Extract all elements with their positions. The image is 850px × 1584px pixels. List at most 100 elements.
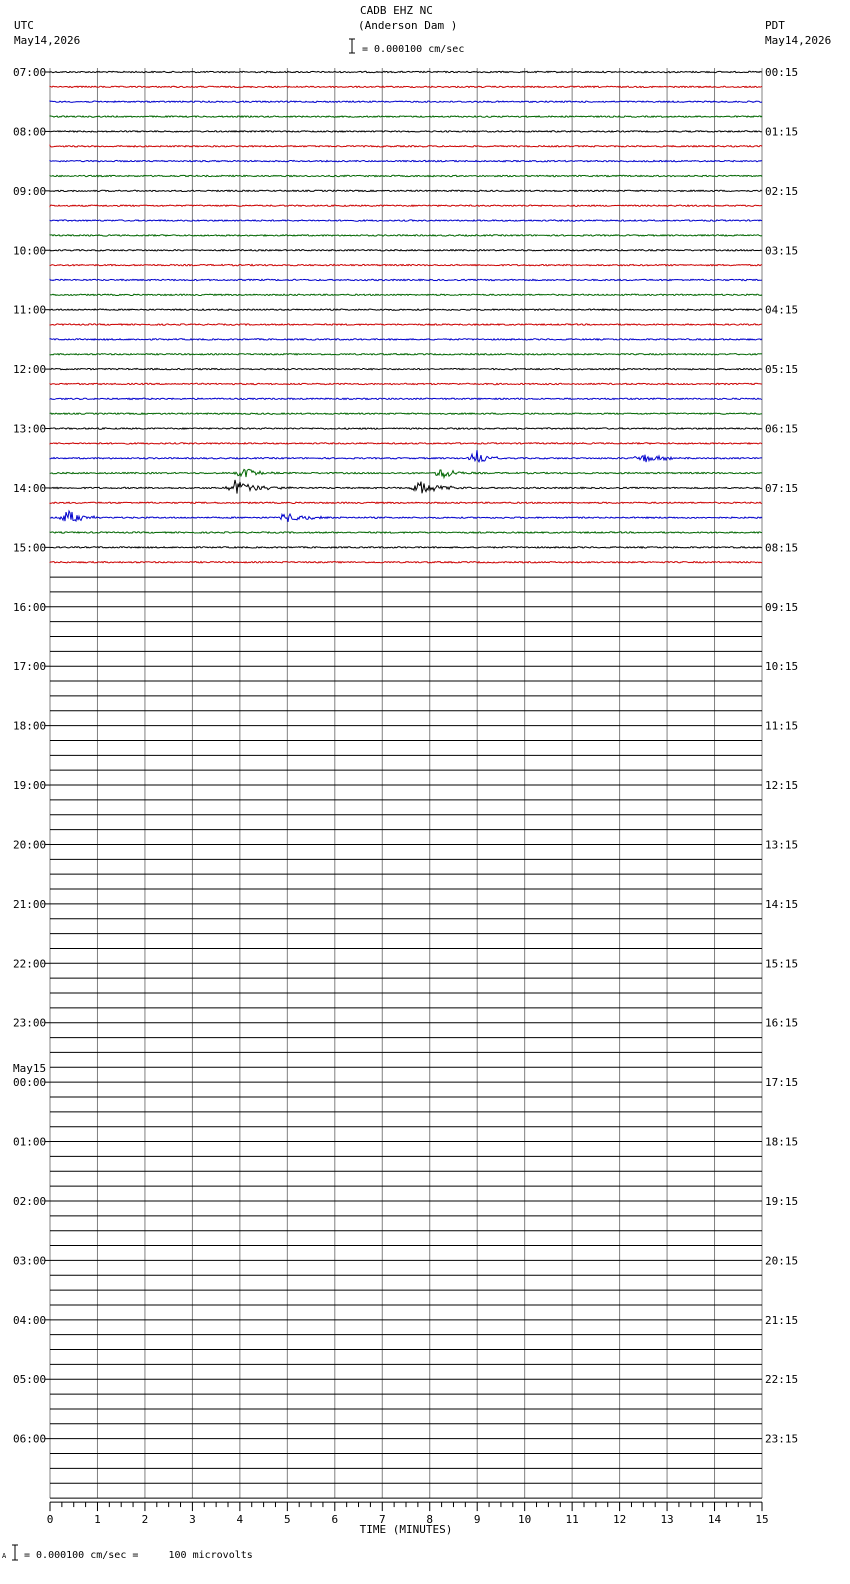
hour-label-pdt: 17:15	[765, 1076, 798, 1089]
trace-line	[49, 450, 763, 463]
trace-line	[49, 352, 763, 356]
hour-label-utc: 13:00	[13, 423, 46, 436]
hour-label-utc: 17:00	[13, 660, 46, 673]
hour-label-pdt: 23:15	[765, 1433, 798, 1446]
hour-label-pdt: 16:15	[765, 1017, 798, 1030]
x-tick-label: 12	[613, 1513, 626, 1526]
hour-label-pdt: 07:15	[765, 482, 798, 495]
hour-label-pdt: 00:15	[765, 66, 798, 79]
trace-line	[49, 85, 763, 89]
trace-line	[49, 233, 763, 237]
trace-line	[49, 204, 763, 208]
footer-scale-bar-icon	[12, 1544, 18, 1561]
trace-line	[49, 545, 763, 549]
hour-label-utc: 23:00	[13, 1017, 46, 1030]
hour-label-utc: 22:00	[13, 957, 46, 970]
trace-line	[49, 219, 763, 222]
hour-label-utc: 11:00	[13, 304, 46, 317]
footer-prefix: A	[2, 1552, 7, 1560]
hour-label-utc: 18:00	[13, 720, 46, 733]
trace-line	[49, 189, 763, 193]
hour-label-utc: 10:00	[13, 244, 46, 257]
hour-label-utc: 19:00	[13, 779, 46, 792]
hour-label-pdt: 14:15	[765, 898, 798, 911]
hour-label-utc: 12:00	[13, 363, 46, 376]
x-tick-label: 1	[94, 1513, 101, 1526]
trace-line	[49, 367, 763, 371]
hour-label-utc: 00:00	[13, 1076, 46, 1089]
hour-label-pdt: 02:15	[765, 185, 798, 198]
x-tick-label: 9	[474, 1513, 481, 1526]
hour-label-utc: 15:00	[13, 541, 46, 554]
trace-line	[49, 144, 763, 148]
x-tick-label: 13	[660, 1513, 673, 1526]
trace-line	[49, 412, 763, 416]
trace-line	[49, 531, 763, 534]
trace-line	[49, 501, 763, 505]
hour-label-pdt: 04:15	[765, 304, 798, 317]
date-change-label: May15	[13, 1062, 46, 1075]
hour-label-utc: 01:00	[13, 1136, 46, 1149]
hour-label-pdt: 03:15	[765, 244, 798, 257]
trace-line	[49, 323, 763, 326]
x-tick-label: 6	[331, 1513, 338, 1526]
trace-line	[49, 70, 763, 74]
trace-line	[49, 427, 763, 430]
x-tick-label: 0	[47, 1513, 54, 1526]
trace-line	[49, 479, 763, 494]
trace-line	[49, 100, 763, 104]
hour-label-pdt: 01:15	[765, 125, 798, 138]
hour-label-utc: 20:00	[13, 838, 46, 851]
hour-label-utc: 09:00	[13, 185, 46, 198]
hour-label-pdt: 11:15	[765, 720, 798, 733]
hour-label-pdt: 15:15	[765, 957, 798, 970]
trace-line	[49, 397, 763, 401]
trace-line	[49, 129, 763, 133]
hour-label-utc: 14:00	[13, 482, 46, 495]
hour-label-pdt: 20:15	[765, 1254, 798, 1267]
x-tick-label: 3	[189, 1513, 196, 1526]
hour-label-pdt: 18:15	[765, 1136, 798, 1149]
x-tick-label: 15	[755, 1513, 768, 1526]
hour-label-utc: 07:00	[13, 66, 46, 79]
trace-line	[49, 248, 763, 252]
hour-label-pdt: 06:15	[765, 423, 798, 436]
trace-line	[49, 174, 763, 178]
x-tick-label: 5	[284, 1513, 291, 1526]
trace-line	[49, 293, 763, 297]
seismogram-plot: 07:00 00:15 08:00 01:15 09:00 02:15 10:00 03:15…	[13, 66, 798, 1536]
x-axis-label: TIME (MINUTES)	[360, 1523, 453, 1536]
trace-line	[49, 509, 763, 523]
trace-line	[49, 115, 763, 118]
trace-line	[49, 382, 762, 386]
trace-line	[49, 468, 763, 480]
footer-scale-label: = 0.000100 cm/sec = 100 microvolts	[24, 1550, 253, 1561]
x-tick-label: 2	[142, 1513, 149, 1526]
hour-label-utc: 02:00	[13, 1195, 46, 1208]
x-tick-label: 10	[518, 1513, 531, 1526]
hour-label-utc: 04:00	[13, 1314, 46, 1327]
hour-label-pdt: 10:15	[765, 660, 798, 673]
hour-label-pdt: 19:15	[765, 1195, 798, 1208]
x-tick-label: 4	[237, 1513, 244, 1526]
trace-line	[49, 337, 763, 341]
hour-label-utc: 06:00	[13, 1433, 46, 1446]
hour-label-pdt: 08:15	[765, 541, 798, 554]
hour-label-pdt: 21:15	[765, 1314, 798, 1327]
trace-line	[49, 560, 762, 564]
hour-label-pdt: 09:15	[765, 601, 798, 614]
hour-label-pdt: 22:15	[765, 1373, 798, 1386]
trace-line	[49, 263, 763, 267]
hour-label-utc: 03:00	[13, 1254, 46, 1267]
hour-label-utc: 08:00	[13, 125, 46, 138]
trace-line	[49, 441, 763, 445]
hour-label-utc: 16:00	[13, 601, 46, 614]
trace-line	[49, 308, 763, 312]
x-tick-label: 14	[708, 1513, 722, 1526]
trace-line	[49, 278, 763, 282]
hour-label-pdt: 05:15	[765, 363, 798, 376]
hour-label-pdt: 13:15	[765, 838, 798, 851]
trace-line	[49, 159, 763, 163]
x-tick-label: 11	[566, 1513, 579, 1526]
hour-label-pdt: 12:15	[765, 779, 798, 792]
